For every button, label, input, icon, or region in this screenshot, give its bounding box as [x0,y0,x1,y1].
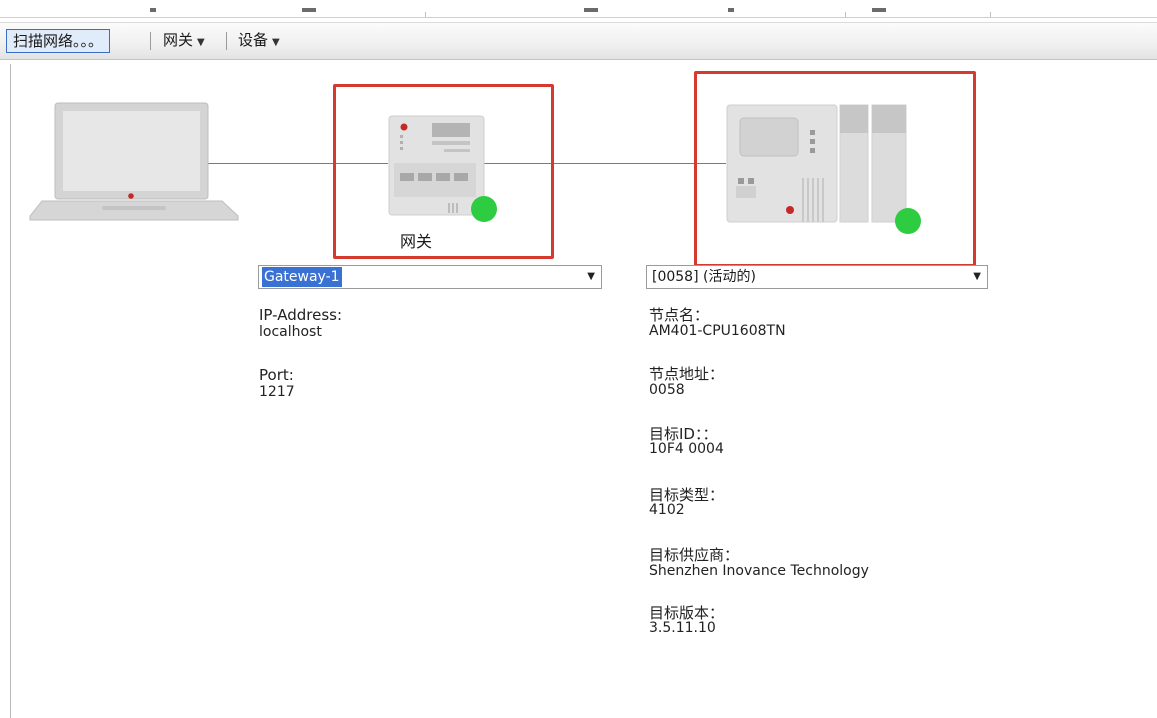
device-highlight-box [694,71,976,267]
toolbar-separator [226,32,227,50]
device-select[interactable]: [0058] (活动的) ▼ [646,265,988,289]
node-address-value: 0058 [649,382,685,398]
gateway-highlight-box [333,84,554,259]
node-address-label: 节点地址： [649,365,725,383]
node-name-label: 节点名： [649,306,710,324]
panel-left-border [10,64,11,718]
gateway-menu-button[interactable]: 网关 ▼ [157,29,211,53]
top-tick [584,8,598,12]
laptop-icon[interactable] [28,102,240,224]
ip-address-label: IP-Address: [259,306,343,324]
top-tick [150,8,156,12]
top-strip [0,0,1157,20]
scan-network-button[interactable]: 扫描网络。。。 [6,29,111,53]
ip-address-value: localhost [259,324,322,340]
device-menu-button[interactable]: 设备 ▼ [232,29,286,53]
dropdown-arrow-icon: ▼ [587,271,595,282]
dropdown-arrow-icon: ▼ [973,271,981,282]
caret-down-icon: ▼ [272,37,280,48]
target-version-value: 3.5.11.10 [649,620,716,636]
node-name-value: AM401-CPU1608TN [649,323,786,339]
gateway-select-value: Gateway-1 [262,267,342,287]
target-id-value: 10F4 0004 [649,441,724,457]
scan-network-label: 扫描网络。。。 [13,32,104,50]
toolbar: 扫描网络。。。 网关 ▼ 设备 ▼ [0,22,1157,60]
gateway-select[interactable]: Gateway-1 ▼ [258,265,602,289]
top-rule [0,17,1157,18]
top-tick [872,8,886,12]
gateway-menu-label: 网关 [163,31,194,49]
toolbar-separator [150,32,151,50]
target-type-value: 4102 [649,502,685,518]
port-value: 1217 [259,384,295,400]
target-vendor-value: Shenzhen Inovance Technology [649,563,869,579]
device-select-value: [0058] (活动的) [652,269,756,285]
top-tick [728,8,734,12]
device-menu-label: 设备 [238,31,269,49]
target-vendor-label: 目标供应商： [649,546,740,564]
port-label: Port: [259,366,294,384]
caret-down-icon: ▼ [197,37,205,48]
top-tick [302,8,316,12]
